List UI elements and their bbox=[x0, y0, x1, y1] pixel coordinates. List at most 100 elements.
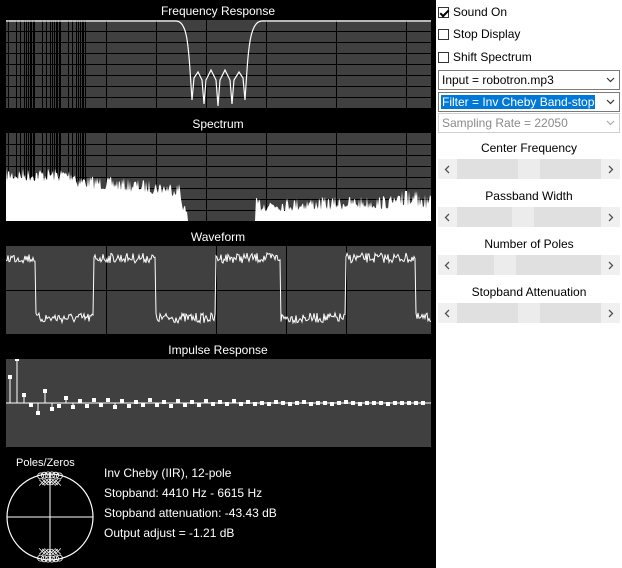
scroll-left-icon[interactable] bbox=[438, 303, 456, 323]
impulse-sample bbox=[274, 400, 278, 404]
stopband-info: Stopband: 4410 Hz - 6615 Hz bbox=[104, 486, 263, 500]
chevron-down-icon[interactable] bbox=[606, 118, 615, 127]
center-frequency-slider[interactable] bbox=[438, 159, 620, 179]
impulse-sample bbox=[225, 402, 229, 406]
pole-marker bbox=[45, 478, 52, 486]
filter-select[interactable]: Filter = Inv Cheby Band-stop bbox=[438, 92, 620, 112]
filter-type-info: Inv Cheby (IIR), 12-pole bbox=[104, 466, 232, 480]
impulse-sample bbox=[57, 404, 61, 408]
slider-thumb[interactable] bbox=[512, 207, 534, 227]
impulse-sample bbox=[99, 403, 103, 407]
scroll-right-icon[interactable] bbox=[602, 255, 620, 275]
impulse-sample bbox=[421, 401, 425, 405]
spectrum-trace bbox=[6, 168, 431, 221]
slider-thumb[interactable] bbox=[494, 255, 516, 275]
shift-spectrum-checkbox[interactable]: Shift Spectrum bbox=[438, 49, 532, 65]
impulse-sample bbox=[85, 404, 89, 408]
slider-track[interactable] bbox=[457, 207, 601, 227]
slider-track[interactable] bbox=[457, 303, 601, 323]
poles-zeros-diagram bbox=[6, 471, 94, 563]
slider-track[interactable] bbox=[457, 255, 601, 275]
stop-display-box-icon[interactable] bbox=[438, 28, 449, 40]
impulse-sample bbox=[190, 400, 194, 404]
impulse-sample bbox=[71, 405, 75, 409]
pole-marker bbox=[48, 548, 55, 556]
impulse-sample bbox=[162, 400, 166, 404]
scroll-left-icon[interactable] bbox=[438, 159, 456, 179]
frequency-response-plot bbox=[6, 20, 431, 108]
passband-width-slider[interactable] bbox=[438, 207, 620, 227]
impulse-sample bbox=[316, 401, 320, 405]
impulse-sample bbox=[407, 401, 411, 405]
impulse-sample bbox=[127, 404, 131, 408]
pole-marker bbox=[48, 478, 55, 486]
impulse-sample bbox=[155, 403, 159, 407]
scroll-right-icon[interactable] bbox=[602, 303, 620, 323]
impulse-sample bbox=[15, 359, 19, 361]
impulse-sample bbox=[8, 375, 12, 379]
impulse-sample bbox=[64, 396, 68, 400]
display-panel: Frequency Response Spectrum Waveform Imp… bbox=[0, 0, 436, 568]
impulse-sample bbox=[183, 403, 187, 407]
number-of-poles-label: Number of Poles bbox=[484, 237, 574, 251]
waveform-title: Waveform bbox=[190, 230, 246, 244]
sound-on-check-icon[interactable] bbox=[438, 6, 449, 18]
impulse-sample bbox=[148, 398, 152, 402]
impulse-sample bbox=[351, 401, 355, 405]
slider-thumb[interactable] bbox=[518, 303, 540, 323]
impulse-sample bbox=[36, 411, 40, 415]
impulse-sample bbox=[302, 400, 306, 404]
impulse-sample bbox=[379, 401, 383, 405]
impulse-sample bbox=[414, 401, 418, 405]
impulse-sample bbox=[22, 393, 26, 397]
impulse-sample bbox=[400, 401, 404, 405]
number-of-poles-slider[interactable] bbox=[438, 255, 620, 275]
waveform-graph bbox=[6, 246, 431, 334]
impulse-sample bbox=[232, 399, 236, 403]
stopband-attenuation-label: Stopband Attenuation bbox=[471, 285, 587, 299]
chevron-down-icon[interactable] bbox=[606, 75, 615, 84]
impulse-sample bbox=[211, 402, 215, 406]
frequency-response-trace bbox=[6, 20, 431, 107]
impulse-sample bbox=[253, 402, 257, 406]
scroll-left-icon[interactable] bbox=[438, 255, 456, 275]
impulse-sample bbox=[50, 407, 54, 411]
impulse-sample bbox=[176, 399, 180, 403]
impulse-sample bbox=[288, 402, 292, 406]
stop-display-checkbox[interactable]: Stop Display bbox=[438, 26, 520, 42]
impulse-sample bbox=[358, 402, 362, 406]
impulse-sample bbox=[393, 401, 397, 405]
impulse-response-title: Impulse Response bbox=[168, 343, 268, 357]
impulse-sample bbox=[29, 403, 33, 407]
stopband-attenuation-slider[interactable] bbox=[438, 303, 620, 323]
spectrum-graph bbox=[6, 133, 431, 221]
passband-width-label: Passband Width bbox=[485, 189, 573, 203]
input-select[interactable]: Input = robotron.mp3 bbox=[438, 70, 620, 90]
impulse-sample bbox=[113, 405, 117, 409]
output-adjust-info: Output adjust = -1.21 dB bbox=[104, 526, 235, 540]
impulse-response-plot bbox=[6, 359, 431, 447]
scroll-left-icon[interactable] bbox=[438, 207, 456, 227]
impulse-sample bbox=[106, 398, 110, 402]
sampling-rate-select[interactable]: Sampling Rate = 22050 bbox=[438, 113, 620, 133]
frequency-response-graph bbox=[6, 20, 431, 108]
impulse-sample bbox=[169, 404, 173, 408]
scroll-right-icon[interactable] bbox=[602, 207, 620, 227]
impulse-sample bbox=[386, 402, 390, 406]
impulse-sample bbox=[323, 401, 327, 405]
impulse-sample bbox=[218, 400, 222, 404]
impulse-sample bbox=[372, 401, 376, 405]
impulse-response-graph bbox=[6, 359, 431, 415]
slider-track[interactable] bbox=[457, 159, 601, 179]
scroll-right-icon[interactable] bbox=[602, 159, 620, 179]
chevron-down-icon[interactable] bbox=[606, 97, 615, 106]
center-frequency-label: Center Frequency bbox=[480, 141, 578, 155]
input-select-value: Input = robotron.mp3 bbox=[442, 73, 554, 87]
shift-spectrum-box-icon[interactable] bbox=[438, 51, 449, 63]
impulse-sample bbox=[309, 402, 313, 406]
impulse-sample bbox=[365, 401, 369, 405]
impulse-sample bbox=[295, 401, 299, 405]
waveform-trace bbox=[6, 251, 431, 325]
slider-thumb[interactable] bbox=[518, 159, 540, 179]
sound-on-checkbox[interactable]: Sound On bbox=[438, 4, 507, 20]
